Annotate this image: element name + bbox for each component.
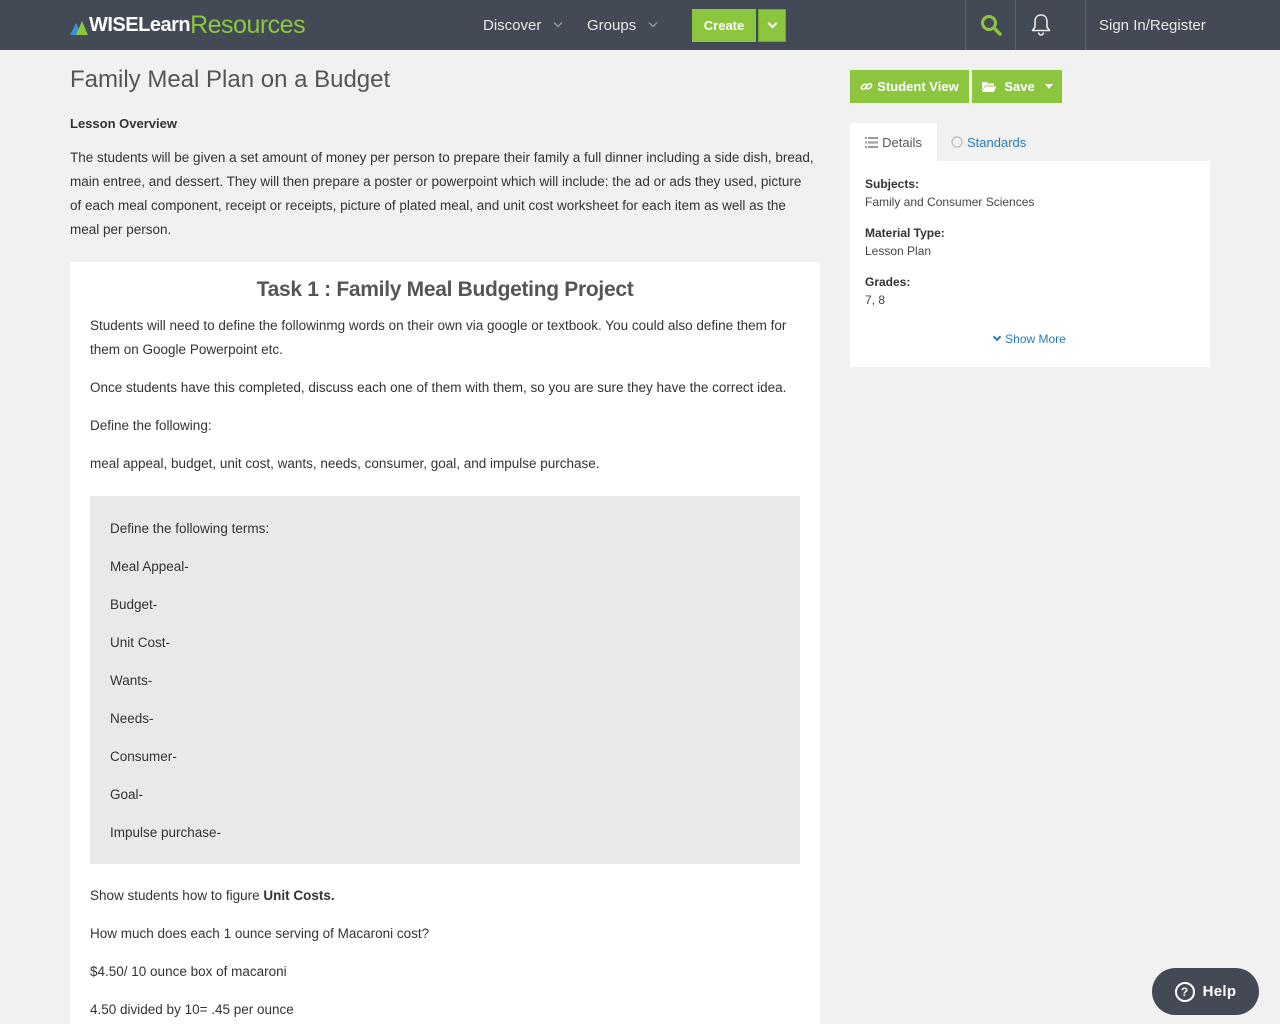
help-label: Help <box>1202 983 1237 1000</box>
subjects-value: Family and Consumer Sciences <box>865 195 1035 209</box>
tab-standards-label: Standards <box>967 134 1027 150</box>
search-icon <box>980 15 1002 36</box>
task-title: Task 1 : Family Meal Budgeting Project <box>256 278 634 301</box>
term-item: Budget- <box>110 597 158 612</box>
create-button[interactable]: Create <box>692 9 756 42</box>
chevron-down-icon <box>554 18 563 28</box>
logo-text-resources: Resources <box>190 10 306 39</box>
tab-details[interactable]: Details <box>850 123 937 161</box>
sign-in-register-link[interactable]: Sign In/Register <box>1099 0 1206 50</box>
define-terms-box: Define the following terms: Meal Appeal-… <box>90 496 800 864</box>
term-item: Consumer- <box>110 749 177 764</box>
nav-discover-label: Discover <box>483 16 542 34</box>
chevron-down-icon <box>992 332 1002 342</box>
caret-down-icon <box>1044 84 1053 89</box>
nav-groups-label: Groups <box>587 16 637 34</box>
chevron-down-icon <box>648 18 658 28</box>
subjects-label: Subjects: <box>865 177 920 191</box>
task-paragraph: meal appeal, budget, unit cost, wants, n… <box>90 456 600 471</box>
task-paragraph: $4.50/ 10 ounce box of macaroni <box>90 964 287 979</box>
task-card: Task 1 : Family Meal Budgeting Project S… <box>70 262 820 1024</box>
student-view-label: Student View <box>877 79 959 94</box>
circle-icon <box>951 136 963 148</box>
unit-cost-text: Show students how to figure <box>90 888 264 903</box>
term-item: Wants- <box>110 673 153 688</box>
term-item: Meal Appeal- <box>110 559 189 574</box>
unit-cost-paragraph: Show students how to figure Unit Costs. <box>90 884 790 908</box>
task-paragraph: Once students have this completed, discu… <box>90 380 787 395</box>
chevron-down-icon <box>767 18 777 29</box>
lesson-overview-label: Lesson Overview <box>70 116 177 131</box>
terms-heading: Define the following terms: <box>110 521 270 536</box>
task-paragraph: Define the following: <box>90 418 212 433</box>
list-icon <box>865 136 879 148</box>
save-label: Save <box>1004 79 1035 94</box>
wiselearn-logo[interactable]: WISELearn Resources <box>70 10 306 39</box>
tab-details-label: Details <box>882 134 922 150</box>
task-paragraph: How much does each 1 ounce serving of Ma… <box>90 926 430 941</box>
lesson-overview-text: The students will be given a set amount … <box>70 150 814 237</box>
tab-standards[interactable]: Standards <box>951 123 1026 161</box>
logo-mark-icon <box>70 19 88 35</box>
question-circle-icon: ? <box>1174 981 1195 1002</box>
top-navbar: WISELearn Resources Discover Groups Crea… <box>0 0 1280 50</box>
term-item: Needs- <box>110 711 154 726</box>
task-paragraph: Students will need to define the followi… <box>90 318 787 357</box>
create-dropdown-button[interactable] <box>758 9 786 42</box>
details-panel: Subjects: Family and Consumer Sciences M… <box>850 161 1210 367</box>
material-type-value: Lesson Plan <box>865 244 932 258</box>
save-button[interactable]: Save <box>972 70 1062 103</box>
show-more-label: Show More <box>1005 332 1066 346</box>
material-type-label: Material Type: <box>865 226 945 240</box>
grades-label: Grades: <box>865 275 911 289</box>
folder-open-icon <box>982 81 997 92</box>
term-item: Impulse purchase- <box>110 825 222 840</box>
logo-text-wiselearn: WISELearn <box>89 13 191 36</box>
nav-discover[interactable]: Discover <box>483 0 563 50</box>
help-button[interactable]: ? Help <box>1152 968 1259 1015</box>
nav-divider <box>1085 0 1086 50</box>
bell-icon <box>1031 14 1050 36</box>
nav-groups[interactable]: Groups <box>587 0 658 50</box>
link-icon <box>860 82 873 91</box>
search-button[interactable] <box>966 0 1015 50</box>
task-paragraph: 4.50 divided by 10= .45 per ounce <box>90 1002 294 1017</box>
show-more-link[interactable]: Show More <box>850 332 1210 346</box>
unit-cost-bold: Unit Costs. <box>263 888 335 903</box>
student-view-button[interactable]: Student View <box>850 70 969 103</box>
term-item: Unit Cost- <box>110 635 171 650</box>
term-item: Goal- <box>110 787 144 802</box>
grades-value: 7, 8 <box>865 293 886 307</box>
page-title: Family Meal Plan on a Budget <box>70 66 391 93</box>
notifications-button[interactable] <box>1016 0 1065 50</box>
